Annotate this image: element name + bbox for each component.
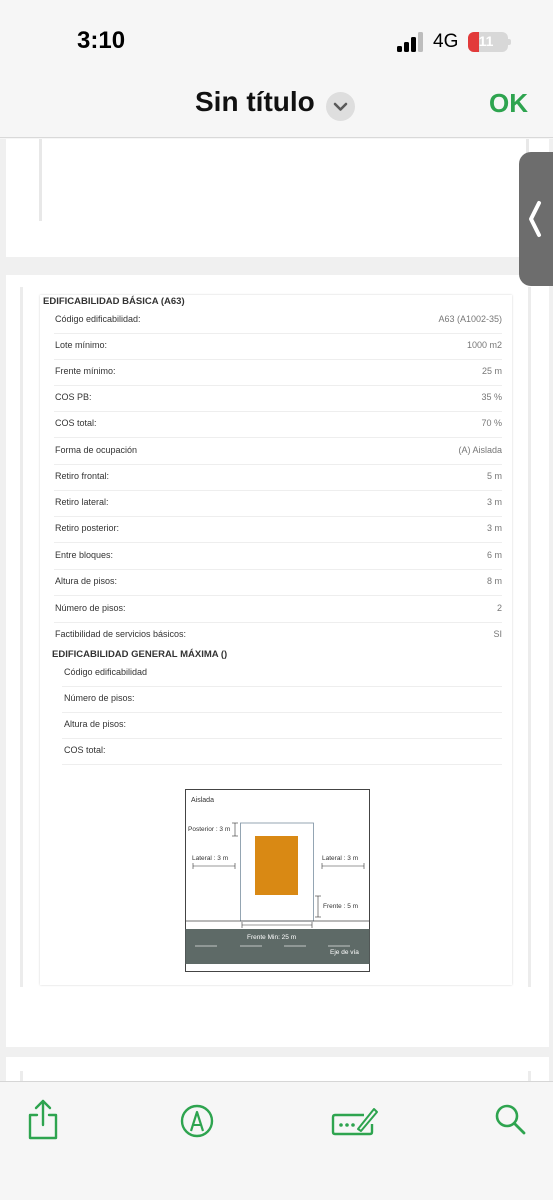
- table-row: COS total:: [62, 739, 502, 765]
- share-button[interactable]: [18, 1098, 68, 1142]
- row-value: (A) Aislada: [458, 445, 502, 455]
- lateral-left-label: Lateral : 3 m: [192, 855, 228, 862]
- document-page: EDIFICABILIDAD BÁSICA (A63) Código edifi…: [6, 275, 549, 1047]
- row-label: Retiro posterior:: [55, 523, 120, 533]
- row-label: COS total:: [64, 745, 106, 755]
- share-icon: [28, 1099, 58, 1140]
- table-row: Frente mínimo: 25 m: [54, 360, 502, 386]
- row-value: 70 %: [481, 418, 502, 428]
- section-title-basic: EDIFICABILIDAD BÁSICA (A63): [43, 296, 185, 307]
- row-label: Retiro lateral:: [55, 497, 109, 507]
- search-icon: [495, 1104, 526, 1135]
- table-row: Retiro frontal: 5 m: [54, 465, 502, 491]
- row-label: Número de pisos:: [64, 693, 135, 703]
- row-value: 8 m: [486, 576, 502, 586]
- table-row: Retiro lateral: 3 m: [54, 491, 502, 517]
- battery-level: 11: [478, 33, 494, 49]
- document-view[interactable]: EDIFICABILIDAD BÁSICA (A63) Código edifi…: [0, 139, 553, 1081]
- table-row: Altura de pisos:: [62, 713, 502, 739]
- row-value: 6 m: [486, 550, 502, 560]
- signature-icon: [331, 1108, 378, 1136]
- row-label: Código edificabilidad:: [55, 314, 141, 324]
- ok-button[interactable]: OK: [489, 88, 528, 119]
- table-row: Retiro posterior: 3 m: [54, 517, 502, 543]
- row-label: COS PB:: [55, 392, 92, 402]
- row-label: Forma de ocupación: [55, 445, 138, 455]
- section-title-max: EDIFICABILIDAD GENERAL MÁXIMA (): [52, 649, 228, 660]
- building-footprint: [255, 836, 298, 895]
- network-type: 4G: [433, 31, 459, 52]
- lateral-right-label: Lateral : 3 m: [322, 855, 358, 862]
- row-value: 2: [496, 603, 502, 613]
- row-label: Número de pisos:: [55, 603, 126, 613]
- row-value: SI: [493, 629, 502, 639]
- markup-pen-icon: [180, 1104, 214, 1138]
- cellular-signal-icon: [397, 32, 423, 52]
- row-label: Altura de pisos:: [64, 719, 127, 729]
- row-value: A63 (A1002-35): [438, 314, 502, 324]
- status-bar: 3:10 4G 11: [0, 0, 553, 80]
- chevron-left-icon: [529, 201, 541, 237]
- previous-page: [6, 139, 549, 257]
- frente-label: Frente : 5 m: [323, 903, 358, 910]
- table-row: Número de pisos: 2: [54, 597, 502, 623]
- table-row: Forma de ocupación (A) Aislada: [54, 439, 502, 465]
- table-row: Código edificabilidad: A63 (A1002-35): [54, 308, 502, 334]
- signature-button[interactable]: [330, 1098, 380, 1142]
- row-label: Frente mínimo:: [55, 366, 116, 376]
- diagram-type-label: Aislada: [191, 797, 214, 804]
- table-row: Lote mínimo: 1000 m2: [54, 334, 502, 360]
- table-row: Altura de pisos: 8 m: [54, 570, 502, 596]
- table-row: COS total: 70 %: [54, 412, 502, 438]
- clock: 3:10: [77, 27, 126, 54]
- row-value: 25 m: [481, 366, 502, 376]
- row-label: COS total:: [55, 418, 97, 428]
- row-label: Altura de pisos:: [55, 576, 118, 586]
- battery-icon: 11: [468, 32, 511, 52]
- next-page: [6, 1057, 549, 1081]
- bottom-toolbar: [0, 1081, 553, 1200]
- nav-bar: Sin título OK: [0, 80, 553, 138]
- table-row: COS PB: 35 %: [54, 386, 502, 412]
- table-row: Entre bloques: 6 m: [54, 544, 502, 570]
- row-value: 5 m: [486, 471, 502, 481]
- row-value: 35 %: [481, 392, 502, 402]
- row-label: Lote mínimo:: [55, 340, 108, 350]
- chevron-down-icon: [333, 102, 348, 111]
- table-row: Código edificabilidad: [62, 661, 502, 687]
- row-value: 3 m: [486, 497, 502, 507]
- table-row: Número de pisos:: [62, 687, 502, 713]
- row-label: Código edificabilidad: [64, 667, 148, 677]
- row-label: Retiro frontal:: [55, 471, 110, 481]
- frente-min-label: Frente Min: 25 m: [247, 934, 296, 941]
- row-value: 3 m: [486, 523, 502, 533]
- posterior-label: Posterior : 3 m: [188, 826, 230, 833]
- eje-de-via-label: Eje de vía: [330, 949, 359, 956]
- markup-button[interactable]: [172, 1098, 222, 1142]
- document-title[interactable]: Sin título: [195, 86, 315, 118]
- row-label: Entre bloques:: [55, 550, 114, 560]
- search-button[interactable]: [486, 1098, 536, 1142]
- title-menu-button[interactable]: [326, 92, 355, 121]
- table-row: Factibilidad de servicios básicos: SI: [54, 623, 502, 649]
- sidebar-toggle-button[interactable]: [519, 152, 553, 286]
- zoning-card: EDIFICABILIDAD BÁSICA (A63) Código edifi…: [40, 295, 512, 985]
- row-label: Factibilidad de servicios básicos:: [55, 629, 187, 639]
- row-value: 1000 m2: [466, 340, 502, 350]
- setback-diagram: Aislada Posterior : 3 m Lateral : 3 m La…: [185, 789, 370, 972]
